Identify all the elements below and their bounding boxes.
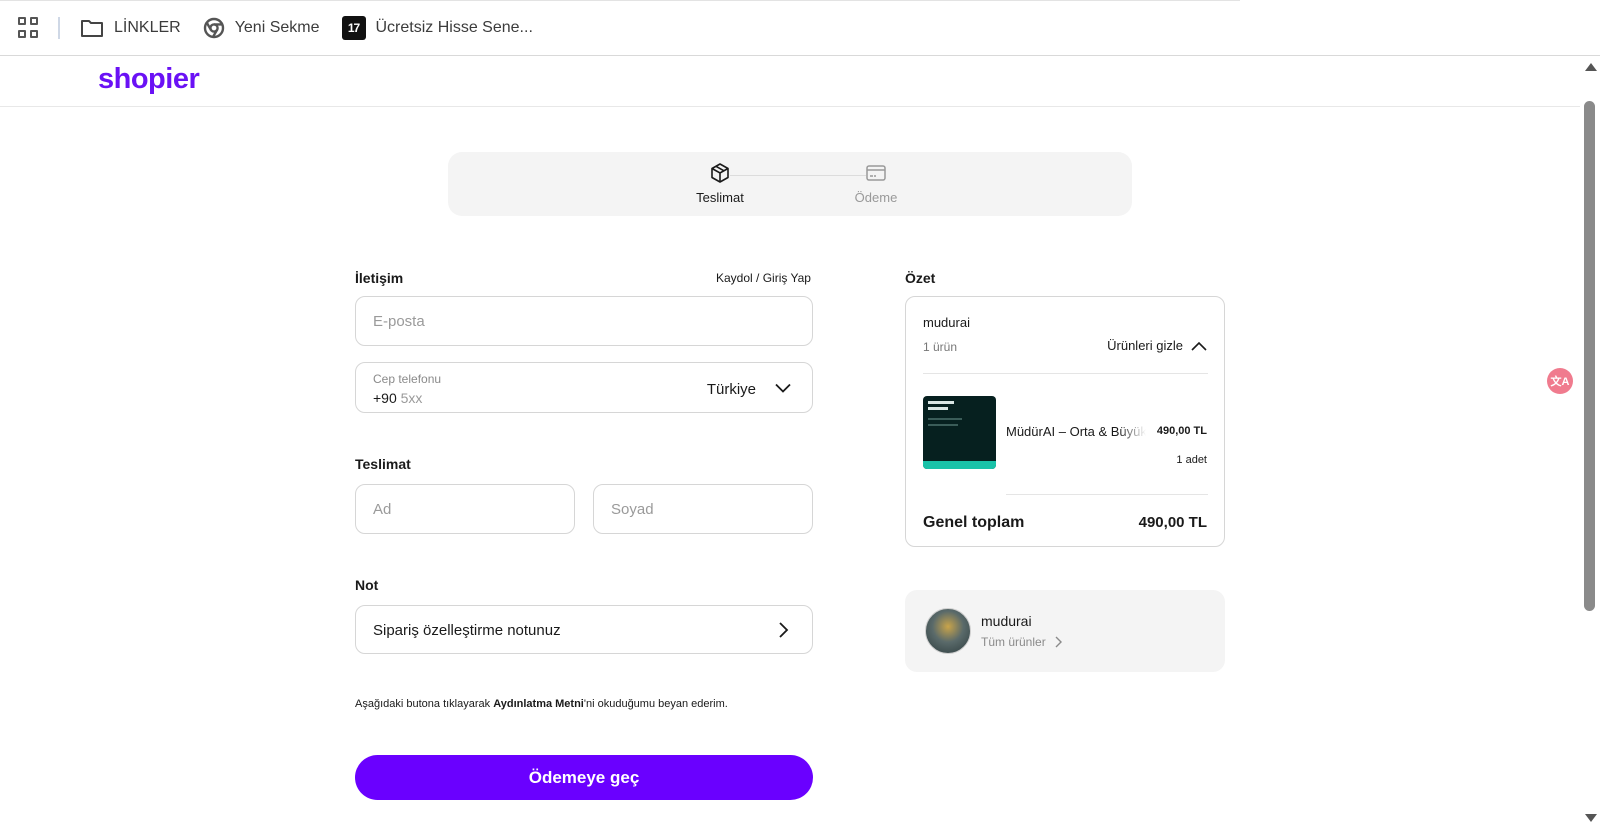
- bookmark-yeni-sekme[interactable]: Yeni Sekme: [203, 17, 320, 39]
- bookmarks-separator: [58, 16, 60, 39]
- email-field[interactable]: E-posta: [355, 296, 813, 346]
- note-title: Not: [355, 577, 379, 593]
- step-odeme[interactable]: Ödeme: [836, 162, 916, 205]
- scroll-thumb[interactable]: [1584, 101, 1595, 611]
- product-price: 490,00 TL: [1156, 425, 1207, 437]
- chevron-up-icon: [1191, 341, 1207, 351]
- bookmark-linkler[interactable]: LİNKLER: [80, 18, 181, 38]
- summary-divider: [1006, 494, 1208, 495]
- bookmark-label: LİNKLER: [114, 18, 181, 36]
- hide-products-label: Ürünleri gizle: [1107, 338, 1183, 353]
- order-summary-card: mudurai 1 ürün Ürünleri gizle MüdürAI – …: [905, 296, 1225, 547]
- privacy-disclaimer: Aşağıdaki butona tıklayarak Aydınlatma M…: [355, 698, 728, 710]
- all-products-label: Tüm ürünler: [981, 635, 1046, 649]
- phone-placeholder: 5xx: [400, 390, 423, 406]
- all-products-link[interactable]: Tüm ürünler: [981, 635, 1062, 649]
- window-top-line: [0, 0, 1240, 1]
- privacy-notice-link[interactable]: Aydınlatma Metni: [493, 698, 584, 710]
- grand-total-label: Genel toplam: [923, 514, 1025, 531]
- phone-label: Cep telefonu: [373, 372, 442, 386]
- shop-card-name: mudurai: [981, 613, 1032, 629]
- product-quantity: 1 adet: [1176, 454, 1207, 466]
- translate-icon[interactable]: 文A: [1547, 368, 1573, 394]
- grand-total-value: 490,00 TL: [1138, 514, 1207, 531]
- summary-shop-name: mudurai: [923, 315, 970, 330]
- shop-card[interactable]: mudurai Tüm ürünler: [905, 590, 1225, 672]
- disclaimer-text-end: 'ni okuduğumu beyan ederim.: [583, 698, 728, 710]
- chevron-right-icon: [779, 622, 789, 638]
- product-thumbnail: [923, 396, 996, 469]
- signup-login-link[interactable]: Kaydol / Giriş Yap: [716, 271, 811, 285]
- first-name-placeholder: Ad: [373, 501, 392, 518]
- shop-avatar: [925, 608, 971, 654]
- summary-item-count: 1 ürün: [923, 340, 958, 354]
- delivery-title: Teslimat: [355, 456, 411, 472]
- email-placeholder: E-posta: [373, 313, 425, 330]
- country-select-value[interactable]: Türkiye: [707, 381, 756, 398]
- scroll-up-arrow-icon[interactable]: [1585, 63, 1597, 71]
- phone-field[interactable]: Cep telefonu +90 5xx Türkiye: [355, 362, 813, 413]
- step-label: Ödeme: [854, 190, 898, 205]
- tradingview-glyph: 17: [341, 15, 366, 40]
- contact-title: İletişim: [355, 270, 404, 286]
- order-note-label: Sipariş özelleştirme notunuz: [373, 622, 561, 639]
- summary-title: Özet: [905, 270, 936, 286]
- scroll-down-arrow-icon[interactable]: [1585, 814, 1597, 822]
- page-scrollbar[interactable]: [1580, 57, 1600, 830]
- order-note-button[interactable]: Sipariş özelleştirme notunuz: [355, 605, 813, 654]
- last-name-field[interactable]: Soyad: [593, 484, 813, 534]
- bookmark-label: Yeni Sekme: [234, 18, 320, 36]
- hide-products-toggle[interactable]: Ürünleri gizle: [1107, 338, 1207, 353]
- apps-grid-icon[interactable]: [18, 16, 40, 39]
- site-header: shopier: [0, 57, 1580, 107]
- shopier-logo[interactable]: shopier: [98, 63, 200, 96]
- phone-value: +90 5xx: [373, 390, 422, 406]
- bookmarks-bar: LİNKLER Yeni Sekme 17 Ücretsiz Hisse Sen…: [0, 0, 1600, 56]
- last-name-placeholder: Soyad: [611, 501, 654, 518]
- tradingview-icon: 17: [341, 15, 366, 40]
- chrome-icon: [203, 17, 225, 39]
- card-icon: [866, 165, 886, 181]
- chevron-down-icon[interactable]: [774, 379, 792, 397]
- disclaimer-text: Aşağıdaki butona tıklayarak: [355, 698, 494, 710]
- chevron-right-icon: [1055, 636, 1062, 648]
- product-name: MüdürAI – Orta & Büyük: [1006, 424, 1146, 439]
- step-teslimat[interactable]: Teslimat: [680, 162, 760, 205]
- phone-prefix: +90: [373, 390, 397, 406]
- bookmark-label: Ücretsiz Hisse Sene...: [375, 18, 533, 36]
- bookmark-hisse[interactable]: 17 Ücretsiz Hisse Sene...: [341, 15, 533, 40]
- step-label: Teslimat: [696, 190, 744, 205]
- first-name-field[interactable]: Ad: [355, 484, 575, 534]
- summary-divider: [923, 373, 1208, 374]
- checkout-stepper: Teslimat Ödeme: [448, 152, 1132, 216]
- package-icon: [711, 163, 729, 183]
- folder-icon: [80, 18, 104, 38]
- proceed-to-payment-button[interactable]: Ödemeye geç: [355, 755, 813, 800]
